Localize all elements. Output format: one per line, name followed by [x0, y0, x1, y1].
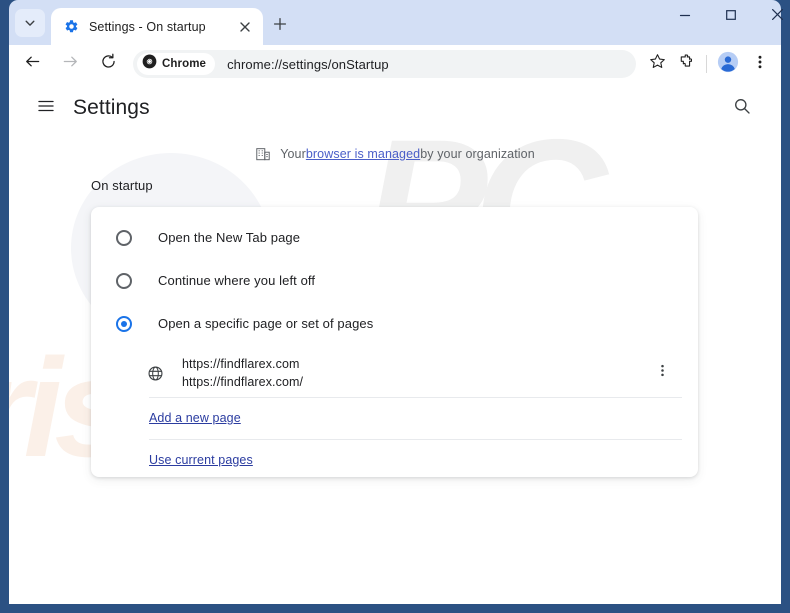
hamburger-menu-button[interactable]	[29, 91, 63, 125]
browser-toolbar: Chrome chrome://settings/onStartup	[9, 45, 781, 83]
add-a-new-page-link[interactable]: Add a new page	[149, 411, 241, 425]
nav-forward-button[interactable]	[55, 49, 85, 79]
window-maximize-button[interactable]	[708, 0, 754, 33]
profile-avatar-icon	[717, 51, 739, 78]
new-tab-button[interactable]	[266, 12, 294, 40]
managed-notice-link[interactable]: browser is managed	[306, 147, 420, 161]
settings-search-button[interactable]	[725, 91, 759, 125]
profile-avatar-button[interactable]	[713, 49, 743, 79]
browser-tab-settings[interactable]: Settings - On startup	[51, 8, 263, 45]
radio-label: Continue where you left off	[158, 273, 316, 288]
chevron-down-icon	[24, 17, 36, 29]
nav-back-button[interactable]	[17, 49, 47, 79]
window-close-button[interactable]	[754, 0, 790, 33]
puzzle-piece-icon	[679, 53, 696, 75]
enterprise-building-icon	[255, 146, 271, 162]
plus-icon	[273, 17, 287, 36]
add-a-new-page-row[interactable]: Add a new page	[91, 397, 698, 439]
arrow-forward-icon	[62, 53, 79, 75]
tab-search-button[interactable]	[15, 9, 45, 37]
managed-notice-prefix: Your	[280, 147, 306, 161]
managed-notice-suffix: by your organization	[420, 147, 535, 161]
omnibox-chrome-chip-label: Chrome	[162, 58, 207, 70]
globe-icon	[146, 364, 164, 382]
radio-button-unselected[interactable]	[116, 272, 132, 289]
settings-header: Settings	[9, 83, 781, 133]
minimize-icon	[679, 8, 691, 26]
page-title: Settings	[73, 96, 150, 119]
maximize-icon	[725, 8, 737, 26]
star-icon	[649, 53, 666, 75]
bookmark-star-button[interactable]	[642, 49, 672, 79]
close-icon	[771, 8, 784, 26]
settings-page: PC risk.com Settings	[9, 83, 781, 604]
use-current-pages-link[interactable]: Use current pages	[149, 453, 253, 467]
search-icon	[733, 97, 751, 120]
radio-label: Open the New Tab page	[158, 230, 301, 245]
use-current-pages-row[interactable]: Use current pages	[91, 439, 698, 481]
startup-page-list-item: https://findflarex.com https://findflare…	[91, 349, 698, 397]
radio-option-specific-page[interactable]: Open a specific page or set of pages	[91, 302, 698, 345]
chrome-logo-icon	[142, 54, 157, 74]
arrow-back-icon	[24, 53, 41, 75]
startup-page-text: https://findflarex.com https://findflare…	[182, 355, 648, 391]
three-dots-vertical-icon	[655, 363, 670, 383]
radio-label: Open a specific page or set of pages	[158, 316, 374, 331]
startup-page-title: https://findflarex.com	[182, 356, 300, 371]
radio-button-selected[interactable]	[116, 315, 132, 332]
startup-settings-card: Open the New Tab page Continue where you…	[91, 207, 698, 477]
startup-page-url: https://findflarex.com/	[182, 375, 304, 389]
omnibox-url-text: chrome://settings/onStartup	[227, 56, 389, 72]
radio-option-new-tab-page[interactable]: Open the New Tab page	[91, 216, 698, 259]
omnibox-chrome-chip[interactable]: Chrome	[137, 53, 216, 75]
radio-button-unselected[interactable]	[116, 229, 132, 246]
omnibox[interactable]: Chrome chrome://settings/onStartup	[133, 50, 636, 78]
window-minimize-button[interactable]	[662, 0, 708, 33]
managed-browser-notice: Your browser is managed by your organiza…	[9, 146, 781, 162]
reload-icon	[100, 53, 117, 75]
tab-strip: Settings - On startup	[9, 0, 783, 45]
three-dots-vertical-icon	[752, 54, 768, 75]
hamburger-menu-icon	[37, 97, 55, 120]
radio-option-continue-where-left-off[interactable]: Continue where you left off	[91, 259, 698, 302]
browser-menu-button[interactable]	[745, 49, 775, 79]
section-label-on-startup: On startup	[91, 178, 153, 193]
nav-reload-button[interactable]	[93, 49, 123, 79]
tab-title: Settings - On startup	[89, 19, 206, 34]
settings-gear-icon	[63, 19, 79, 35]
tab-close-icon[interactable]	[235, 17, 255, 37]
startup-page-overflow-menu-button[interactable]	[648, 359, 676, 387]
toolbar-divider	[706, 55, 707, 73]
extensions-button[interactable]	[672, 49, 702, 79]
browser-window: Settings - On startup Chrome chrome://se…	[0, 0, 790, 613]
